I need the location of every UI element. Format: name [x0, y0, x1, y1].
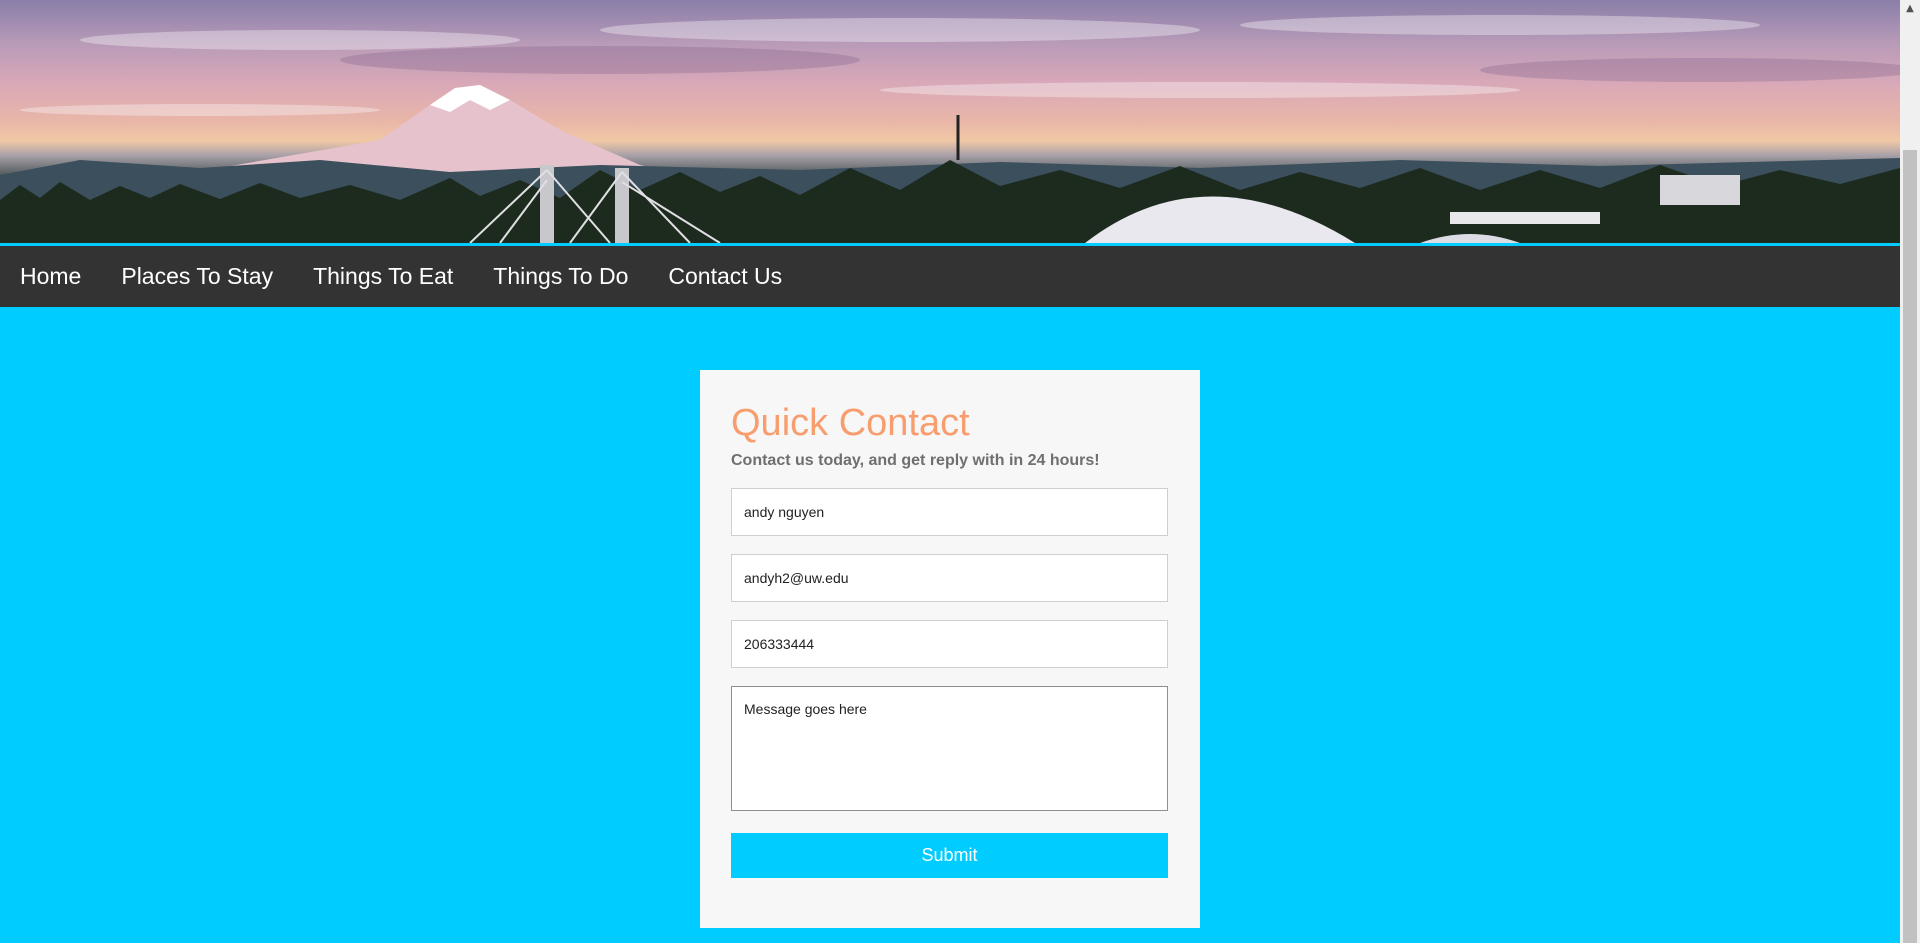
- message-textarea[interactable]: Message goes here: [731, 686, 1168, 811]
- submit-button[interactable]: Submit: [731, 833, 1168, 878]
- skyline-illustration: [0, 15, 1900, 243]
- page: Home Places To Stay Things To Eat Things…: [0, 0, 1900, 943]
- contact-title: Quick Contact: [731, 402, 970, 444]
- quick-contact-card: Quick Contact Contact us today, and get …: [700, 370, 1200, 928]
- nav-item-contact-us[interactable]: Contact Us: [648, 246, 802, 307]
- scrollbar-thumb[interactable]: [1903, 150, 1917, 943]
- nav-item-places-to-stay[interactable]: Places To Stay: [101, 246, 293, 307]
- nav-item-things-to-eat[interactable]: Things To Eat: [293, 246, 473, 307]
- triangle-up-icon[interactable]: ▲: [1900, 0, 1920, 18]
- contact-subtitle: Contact us today, and get reply with in …: [731, 452, 1100, 469]
- name-input[interactable]: [731, 488, 1168, 536]
- nav-item-things-to-do[interactable]: Things To Do: [473, 246, 648, 307]
- email-input[interactable]: [731, 554, 1168, 602]
- nav-item-home[interactable]: Home: [0, 246, 101, 307]
- phone-input[interactable]: [731, 620, 1168, 668]
- vertical-scrollbar[interactable]: ▲: [1900, 0, 1920, 943]
- main-nav: Home Places To Stay Things To Eat Things…: [0, 246, 1900, 307]
- hero-banner-image: [0, 0, 1900, 243]
